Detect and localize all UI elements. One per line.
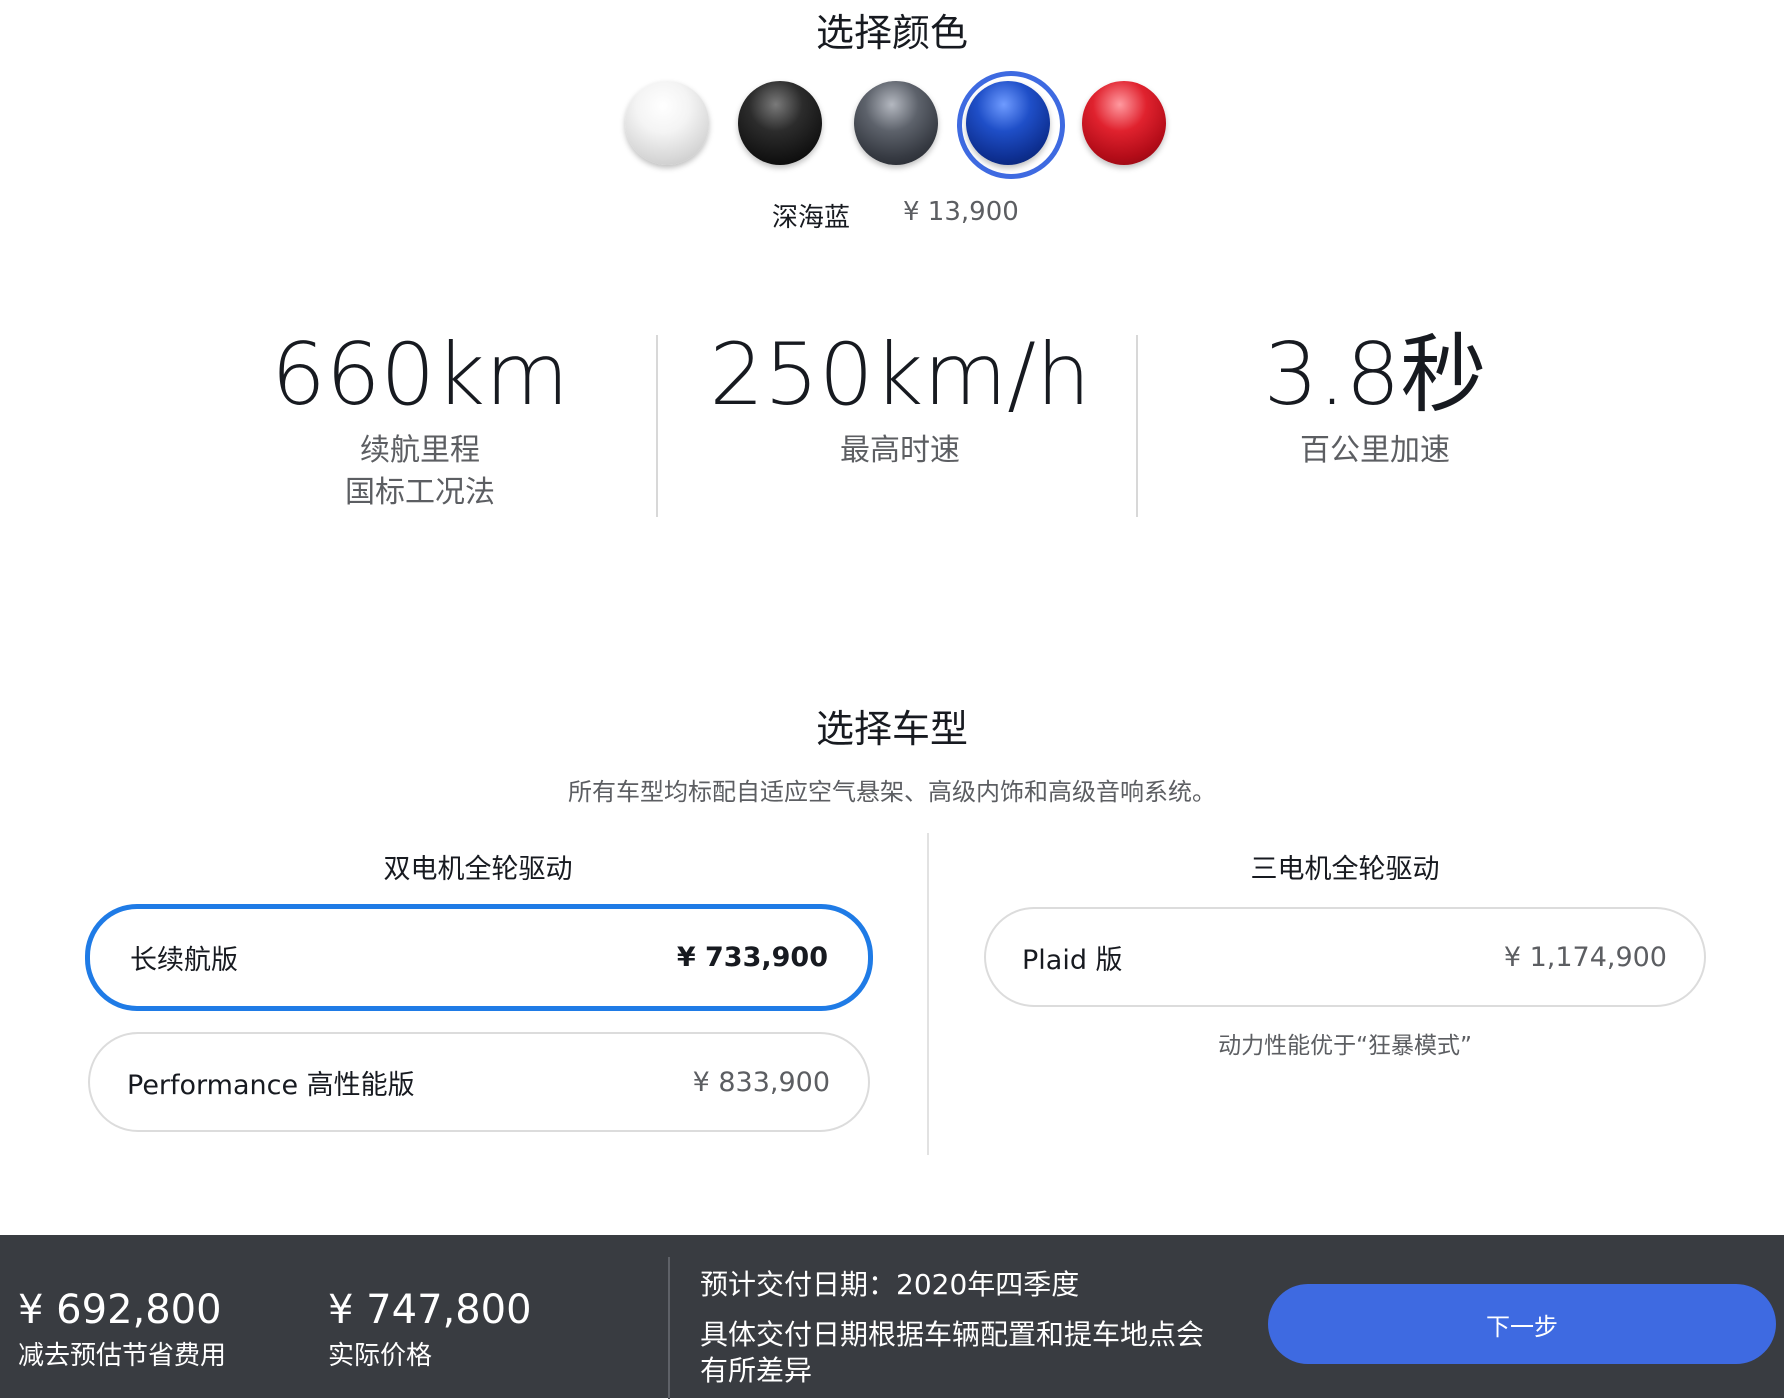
spec-divider (656, 335, 658, 517)
option-plaid[interactable]: Plaid 版 ¥ 1,174,900 (984, 907, 1706, 1007)
option-long-range[interactable]: 长续航版 ¥ 733,900 (85, 904, 873, 1011)
swatch-blue[interactable] (966, 81, 1050, 165)
swatch-black[interactable] (738, 81, 822, 165)
option-performance-label: Performance 高性能版 (127, 1069, 415, 1101)
option-plaid-price: ¥ 1,174,900 (1503, 941, 1667, 973)
column-divider (927, 833, 929, 1155)
dual-motor-heading: 双电机全轮驱动 (383, 854, 573, 885)
spec-range: 660km 续航里程 国标工况法 (240, 320, 600, 514)
option-plaid-label: Plaid 版 (1022, 944, 1123, 976)
spec-top-speed: 250km/h 最高时速 (690, 320, 1110, 472)
plaid-note: 动力性能优于“狂暴模式” (1218, 1033, 1472, 1059)
next-step-button[interactable]: 下一步 (1268, 1284, 1776, 1364)
option-long-range-label: 长续航版 (130, 945, 238, 976)
actual-price: ¥ 747,800 (328, 1287, 532, 1333)
spec-acceleration-label: 百公里加速 (1300, 433, 1450, 468)
color-section-title: 选择颜色 (815, 11, 968, 55)
swatch-red[interactable] (1082, 81, 1166, 165)
spec-range-value: 660km (271, 325, 569, 425)
spec-acceleration: 3.8秒 百公里加速 (1195, 320, 1555, 472)
selected-color-name: 深海蓝 (772, 203, 851, 233)
spec-range-label: 续航里程 (360, 433, 480, 468)
spec-acceleration-value: 3.8秒 (1263, 325, 1487, 425)
swatch-gray[interactable] (854, 81, 938, 165)
model-section-subtitle: 所有车型均标配自适应空气悬架、高级内饰和高级音响系统。 (568, 778, 1216, 806)
option-long-range-price: ¥ 733,900 (676, 942, 828, 973)
option-performance-price: ¥ 833,900 (692, 1066, 830, 1098)
savings-label: 减去预估节省费用 (18, 1341, 227, 1371)
delivery-note: 具体交付日期根据车辆配置和提车地点会有所差异 (700, 1318, 1205, 1387)
summary-footer: ¥ 692,800 减去预估节省费用 ¥ 747,800 实际价格 预计交付日期… (0, 1235, 1784, 1399)
selected-color-price: ¥ 13,900 (903, 197, 1019, 227)
tri-motor-heading: 三电机全轮驱动 (1250, 854, 1440, 885)
delivery-estimate: 预计交付日期：2020年四季度 (700, 1268, 1080, 1301)
model-section-title: 选择车型 (815, 707, 968, 751)
swatch-white[interactable] (625, 81, 709, 165)
spec-top-speed-label: 最高时速 (840, 433, 960, 468)
savings-price: ¥ 692,800 (18, 1287, 222, 1333)
spec-top-speed-value: 250km/h (709, 325, 1091, 425)
footer-divider (668, 1257, 670, 1399)
spec-range-sublabel: 国标工况法 (345, 475, 495, 510)
actual-price-label: 实际价格 (328, 1341, 433, 1371)
spec-divider (1136, 335, 1138, 517)
option-performance[interactable]: Performance 高性能版 ¥ 833,900 (88, 1032, 870, 1132)
